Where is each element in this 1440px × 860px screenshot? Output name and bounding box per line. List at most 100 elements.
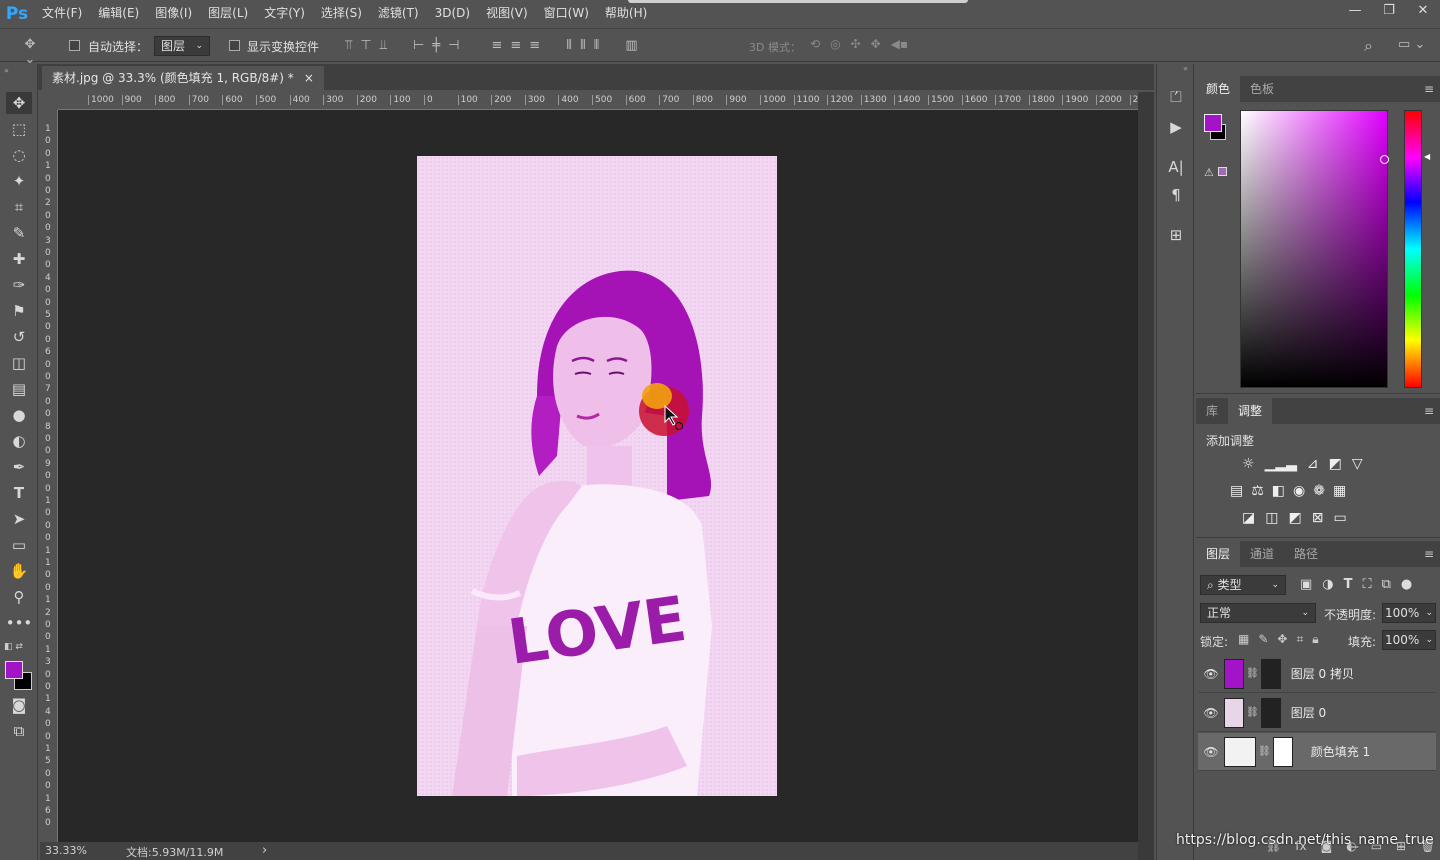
menu-item[interactable]: 窗口(W) — [536, 0, 597, 27]
menu-item[interactable]: 文字(Y) — [256, 0, 313, 27]
paragraph-panel-icon[interactable]: ¶ — [1163, 184, 1189, 206]
blur-tool-icon[interactable]: ● — [6, 404, 32, 426]
lock-pixels-icon[interactable]: ✎ — [1258, 632, 1268, 647]
lock-artboard-icon[interactable]: ⌗ — [1296, 632, 1303, 647]
invert-icon[interactable]: ◪ — [1242, 510, 1255, 526]
menu-item[interactable]: 编辑(E) — [90, 0, 147, 27]
search-icon[interactable]: ⌕ — [1364, 36, 1373, 56]
character-panel-icon[interactable]: A| — [1163, 156, 1189, 178]
show-transform-checkbox[interactable] — [229, 40, 240, 51]
gamut-warning-icon[interactable]: ⚠ — [1204, 166, 1227, 179]
rectangle-tool-icon[interactable]: ▭ — [6, 534, 32, 556]
channel-mixer-icon[interactable]: ❁ — [1313, 483, 1325, 499]
filter-adjust-icon[interactable]: ◑ — [1322, 577, 1333, 592]
eraser-icon[interactable]: ◫ — [6, 352, 32, 374]
tab-libraries[interactable]: 库 — [1196, 398, 1228, 424]
move-tool-preset-icon[interactable]: ✥ ⌄ — [18, 37, 42, 67]
menu-item[interactable]: 图像(I) — [147, 0, 200, 27]
document-tab[interactable]: 素材.jpg @ 33.3% (颜色填充 1, RGB/8#) * × — [42, 66, 324, 90]
color-lookup-icon[interactable]: ▦ — [1333, 483, 1346, 499]
layer-mask-thumbnail[interactable] — [1272, 736, 1293, 767]
visibility-eye-icon[interactable]: 👁︎ — [1198, 706, 1224, 720]
3d-roll-icon[interactable]: ◎ — [830, 37, 840, 51]
filter-shape-icon[interactable]: ⛶ — [1363, 577, 1372, 592]
screen-mode-icon[interactable]: ⧉ — [6, 720, 32, 742]
tab-color[interactable]: 颜色 — [1196, 76, 1241, 102]
color-fg-swatch[interactable] — [1204, 114, 1222, 132]
fill-field[interactable]: 100% ⌄ — [1382, 630, 1436, 650]
layer-filter-dropdown[interactable]: ⌕ 类型 ⌄ — [1200, 575, 1286, 595]
brightness-icon[interactable]: ☼ — [1242, 456, 1255, 472]
type-tool-icon[interactable]: T — [6, 482, 32, 504]
default-colors-icon[interactable]: ◧ ⇄ — [4, 642, 23, 652]
more-tools-icon[interactable]: ••• — [6, 612, 33, 634]
3d-slide-icon[interactable]: ✥ — [871, 37, 881, 51]
restore-button[interactable]: ❐ — [1372, 0, 1406, 20]
status-menu-arrow[interactable]: › — [262, 843, 267, 858]
hand-tool-icon[interactable]: ✋ — [6, 560, 32, 582]
levels-icon[interactable]: ▁▂▃ — [1265, 456, 1297, 472]
actions-panel-icon[interactable]: ▶ — [1163, 116, 1189, 138]
tab-adjustments[interactable]: 调整 — [1228, 398, 1273, 424]
panel-menu-icon[interactable]: ≡ — [1424, 404, 1434, 418]
link-chain-icon[interactable]: ⛓ — [1258, 746, 1271, 757]
color-picker-cursor[interactable] — [1380, 155, 1389, 164]
lock-position-icon[interactable]: ✥ — [1277, 632, 1287, 647]
brush-tool-icon[interactable]: ✑ — [6, 274, 32, 296]
3d-scale-icon[interactable]: ◀▪ — [891, 37, 908, 51]
menu-item[interactable]: 文件(F) — [34, 0, 90, 27]
threshold-icon[interactable]: ◩ — [1288, 510, 1301, 526]
align-top-icon[interactable]: ⫪ — [345, 38, 352, 53]
color-balance-icon[interactable]: ⚖ — [1251, 483, 1264, 499]
distribute-top-icon[interactable]: ≡ — [491, 38, 502, 53]
layer-name[interactable]: 颜色填充 1 — [1311, 743, 1370, 760]
visibility-eye-icon[interactable]: 👁︎ — [1198, 667, 1224, 681]
tab-paths[interactable]: 路径 — [1284, 541, 1328, 567]
layer-row[interactable]: 👁︎ ⛓ 图层 0 — [1198, 694, 1436, 732]
dock-collapse-icon[interactable]: « — [1183, 64, 1188, 73]
marquee-tool-icon[interactable]: ⬚ — [6, 118, 32, 140]
posterize-icon[interactable]: ◫ — [1265, 510, 1278, 526]
menu-item[interactable]: 选择(S) — [313, 0, 370, 27]
dodge-tool-icon[interactable]: ◐ — [6, 430, 32, 452]
crop-tool-icon[interactable]: ⌗ — [6, 196, 32, 218]
link-chain-icon[interactable]: ⛓ — [1246, 707, 1259, 718]
auto-select-dropdown[interactable]: 图层 ⌄ — [154, 36, 210, 56]
distribute-right-icon[interactable]: ⦀ — [594, 38, 600, 53]
blend-mode-dropdown[interactable]: 正常 ⌄ — [1200, 603, 1316, 623]
vertical-ruler[interactable]: 1001002003004005006007008009001000110012… — [40, 110, 58, 842]
filter-pixel-icon[interactable]: ▣ — [1300, 577, 1312, 592]
align-left-icon[interactable]: ⊢ — [413, 38, 424, 53]
layer-name[interactable]: 图层 0 — [1291, 704, 1326, 721]
vertical-scrollbar[interactable] — [1138, 92, 1154, 860]
tab-channels[interactable]: 通道 — [1240, 541, 1284, 567]
black-white-icon[interactable]: ◧ — [1272, 483, 1285, 499]
path-select-icon[interactable]: ➤ — [6, 508, 32, 530]
align-bottom-icon[interactable]: ⫫ — [380, 38, 387, 53]
lock-all-icon[interactable]: 🔒︎ — [1312, 632, 1318, 647]
layer-mask-thumbnail[interactable] — [1260, 697, 1281, 728]
exposure-icon[interactable]: ◩ — [1329, 456, 1342, 472]
document-image[interactable]: LOVE — [417, 156, 777, 796]
lock-transparent-icon[interactable]: ▦ — [1238, 632, 1249, 647]
menu-item[interactable]: 帮助(H) — [597, 0, 655, 27]
history-panel-icon[interactable]: ⏍ — [1163, 86, 1189, 108]
auto-align-icon[interactable]: ▥ — [625, 38, 637, 53]
menu-item[interactable]: 3D(D) — [427, 0, 478, 27]
selective-color-icon[interactable]: ⊠ — [1312, 510, 1324, 526]
distribute-bottom-icon[interactable]: ≡ — [529, 38, 540, 53]
curves-icon[interactable]: ⊿ — [1307, 456, 1319, 472]
distribute-left-icon[interactable]: ⦀ — [566, 38, 572, 53]
layer-row-selected[interactable]: 👁︎ ⛓ 颜色填充 1 — [1198, 733, 1436, 771]
workspace-icon[interactable]: ▭ ⌄ — [1398, 37, 1425, 52]
menu-item[interactable]: 图层(L) — [200, 0, 256, 27]
menu-item[interactable]: 滤镜(T) — [370, 0, 427, 27]
align-vcenter-icon[interactable]: ⊤ — [360, 38, 371, 53]
vibrance-icon[interactable]: ▽ — [1352, 456, 1363, 472]
3d-pan-icon[interactable]: ✣ — [851, 37, 861, 51]
auto-select-checkbox[interactable] — [69, 40, 80, 51]
panel-menu-icon[interactable]: ≡ — [1424, 82, 1434, 96]
gradient-icon[interactable]: ▤ — [6, 378, 32, 400]
filter-toggle-icon[interactable]: ● — [1401, 577, 1412, 592]
color-field[interactable] — [1240, 110, 1389, 388]
